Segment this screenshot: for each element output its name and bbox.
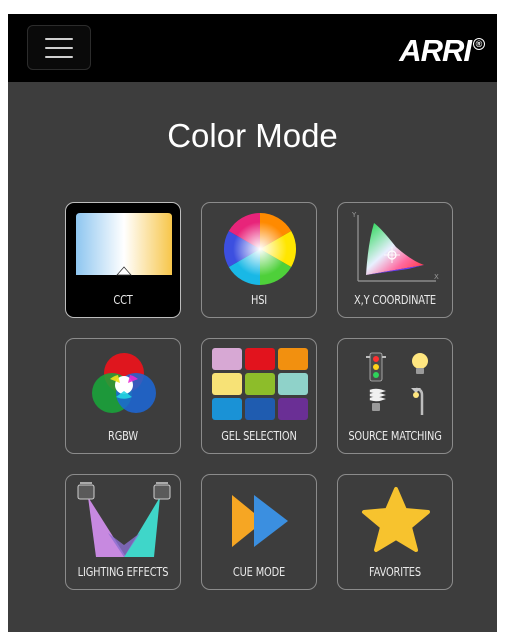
- tile-label: GEL SELECTION: [221, 429, 297, 443]
- svg-text:Y: Y: [351, 211, 357, 219]
- tile-lighting-effects[interactable]: LIGHTING EFFECTS: [65, 474, 181, 590]
- cct-gradient-icon: [76, 213, 172, 276]
- page-title: Color Mode: [167, 117, 338, 154]
- tile-label: HSI: [250, 293, 268, 307]
- tile-label: FAVORITES: [369, 565, 421, 579]
- tile-label: CUE MODE: [232, 565, 286, 579]
- tile-cue-mode[interactable]: CUE MODE: [201, 474, 317, 590]
- arri-logo: ARRI ®: [399, 33, 485, 68]
- tile-hsi[interactable]: HSI: [201, 202, 317, 318]
- tile-label: CCT: [113, 293, 133, 307]
- gel-swatches-icon: [212, 348, 308, 420]
- registered-mark: ®: [473, 38, 485, 50]
- tile-label: SOURCE MATCHING: [348, 429, 442, 443]
- tile-source-matching[interactable]: SOURCE MATCHING: [337, 338, 453, 454]
- tile-favorites[interactable]: FAVORITES: [337, 474, 453, 590]
- cue-play-icon: [232, 495, 288, 547]
- svg-text:X: X: [434, 273, 439, 281]
- tile-gel-selection[interactable]: GEL SELECTION: [201, 338, 317, 454]
- tile-xy-coordinate[interactable]: Y X X,Y COORDINATE: [337, 202, 453, 318]
- top-bar: ARRI ®: [8, 14, 497, 82]
- rgb-circles-icon: [92, 353, 156, 413]
- color-wheel-icon: [223, 213, 297, 285]
- logo-text: ARRI: [399, 33, 472, 68]
- menu-button[interactable]: [27, 25, 91, 70]
- spotlights-icon: [77, 482, 171, 557]
- tile-rgbw[interactable]: RGBW: [65, 338, 181, 454]
- app-frame: ARRI ® Color Mode CCT HSI Y X X,Y COORDI…: [8, 14, 497, 632]
- cie-diagram-icon: Y X: [351, 211, 439, 282]
- tile-label: LIGHTING EFFECTS: [77, 565, 169, 579]
- tile-cct[interactable]: CCT: [65, 202, 181, 318]
- tile-label: RGBW: [108, 429, 138, 443]
- tile-label: X,Y COORDINATE: [354, 293, 436, 307]
- star-icon: [362, 487, 430, 552]
- light-sources-icon: [366, 352, 428, 415]
